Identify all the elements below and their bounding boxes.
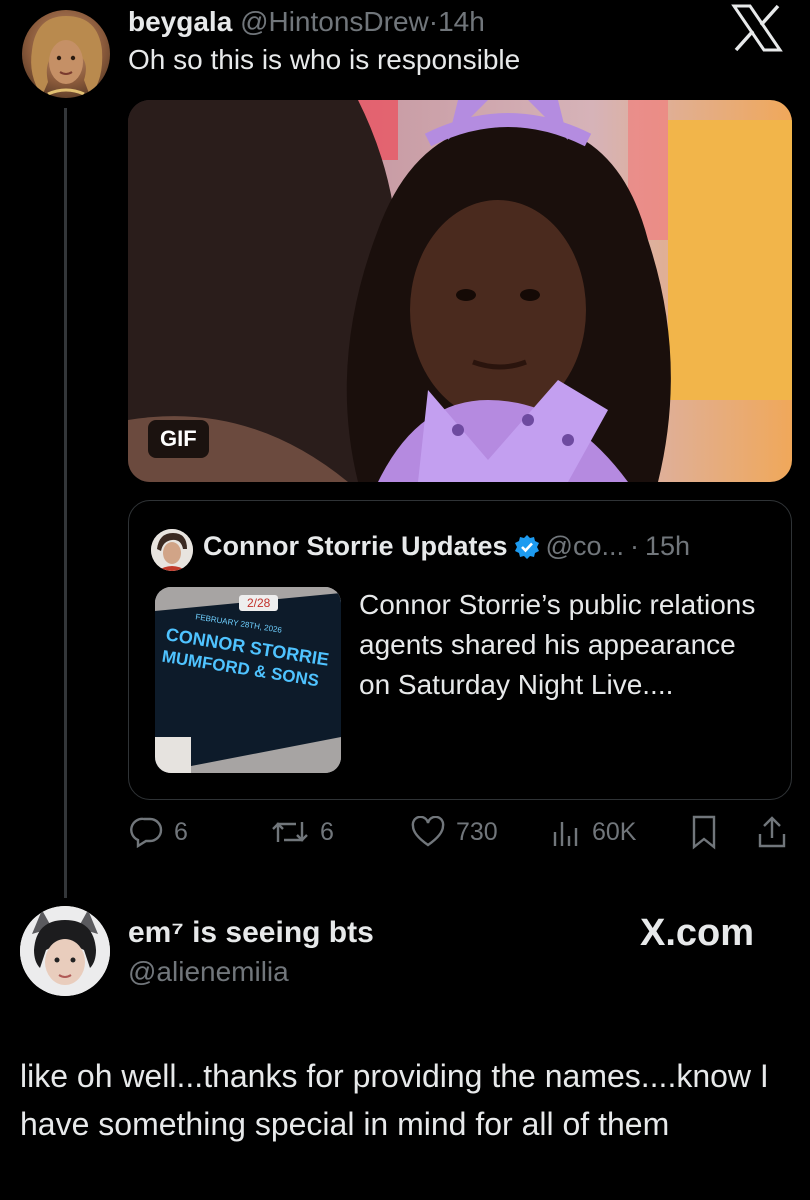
quoted-tweet[interactable]: Connor Storrie Updates @co... · 15h 2/28 F…	[128, 500, 792, 800]
like-count: 730	[456, 817, 498, 846]
x-logo-icon	[730, 4, 784, 52]
verified-badge-icon	[514, 534, 540, 560]
share-button[interactable]	[756, 814, 788, 850]
quoted-avatar[interactable]	[151, 529, 193, 571]
avatar[interactable]	[22, 10, 110, 98]
quoted-text: Connor Storrie’s public relations agents…	[359, 589, 756, 700]
gif-badge: GIF	[148, 420, 209, 458]
reply-count: 6	[174, 817, 188, 846]
reply-button[interactable]: 6	[130, 816, 188, 848]
reply-text: like oh well...thanks for providing the …	[20, 1058, 769, 1142]
quoted-header: Connor Storrie Updates @co... · 15h	[203, 531, 691, 562]
share-icon	[758, 816, 786, 848]
display-name[interactable]: beygala	[128, 6, 232, 37]
gif-media[interactable]: GIF	[128, 100, 792, 482]
reply-icon	[130, 817, 163, 848]
view-count: 60K	[592, 817, 637, 846]
reply-avatar[interactable]	[20, 906, 110, 996]
quoted-display-name[interactable]: Connor Storrie Updates	[203, 531, 508, 562]
tweet-text: Oh so this is who is responsible	[128, 44, 521, 75]
watermark-x-logo: X.com	[640, 912, 755, 954]
handle[interactable]: @HintonsDrew	[240, 6, 429, 37]
quoted-timestamp[interactable]: 15h	[645, 531, 690, 562]
reply-display-name[interactable]: em⁷ is seeing bts	[128, 916, 374, 950]
repost-count: 6	[320, 817, 334, 846]
bookmark-icon	[692, 815, 716, 850]
timestamp[interactable]: 14h	[438, 6, 485, 37]
x-com-watermark: X.com	[640, 912, 754, 955]
repost-button[interactable]: 6	[270, 816, 334, 848]
tweet-header: beygala @HintonsDrew·14h	[128, 6, 485, 37]
quoted-thumbnail[interactable]: 2/28 FEBRUARY 28TH, 2026 CONNOR STORRIE …	[155, 587, 341, 773]
reply-handle[interactable]: @alienemilia	[128, 956, 289, 988]
views-chart-icon	[553, 822, 578, 846]
like-button[interactable]: 730	[410, 816, 498, 848]
thread-line	[64, 108, 67, 898]
bookmark-button[interactable]	[690, 814, 718, 850]
views-button[interactable]: 60K	[550, 816, 636, 848]
heart-icon	[411, 816, 445, 847]
repost-icon	[272, 822, 308, 842]
date-chip: 2/28	[239, 595, 279, 611]
quoted-handle[interactable]: @co...	[546, 531, 624, 562]
